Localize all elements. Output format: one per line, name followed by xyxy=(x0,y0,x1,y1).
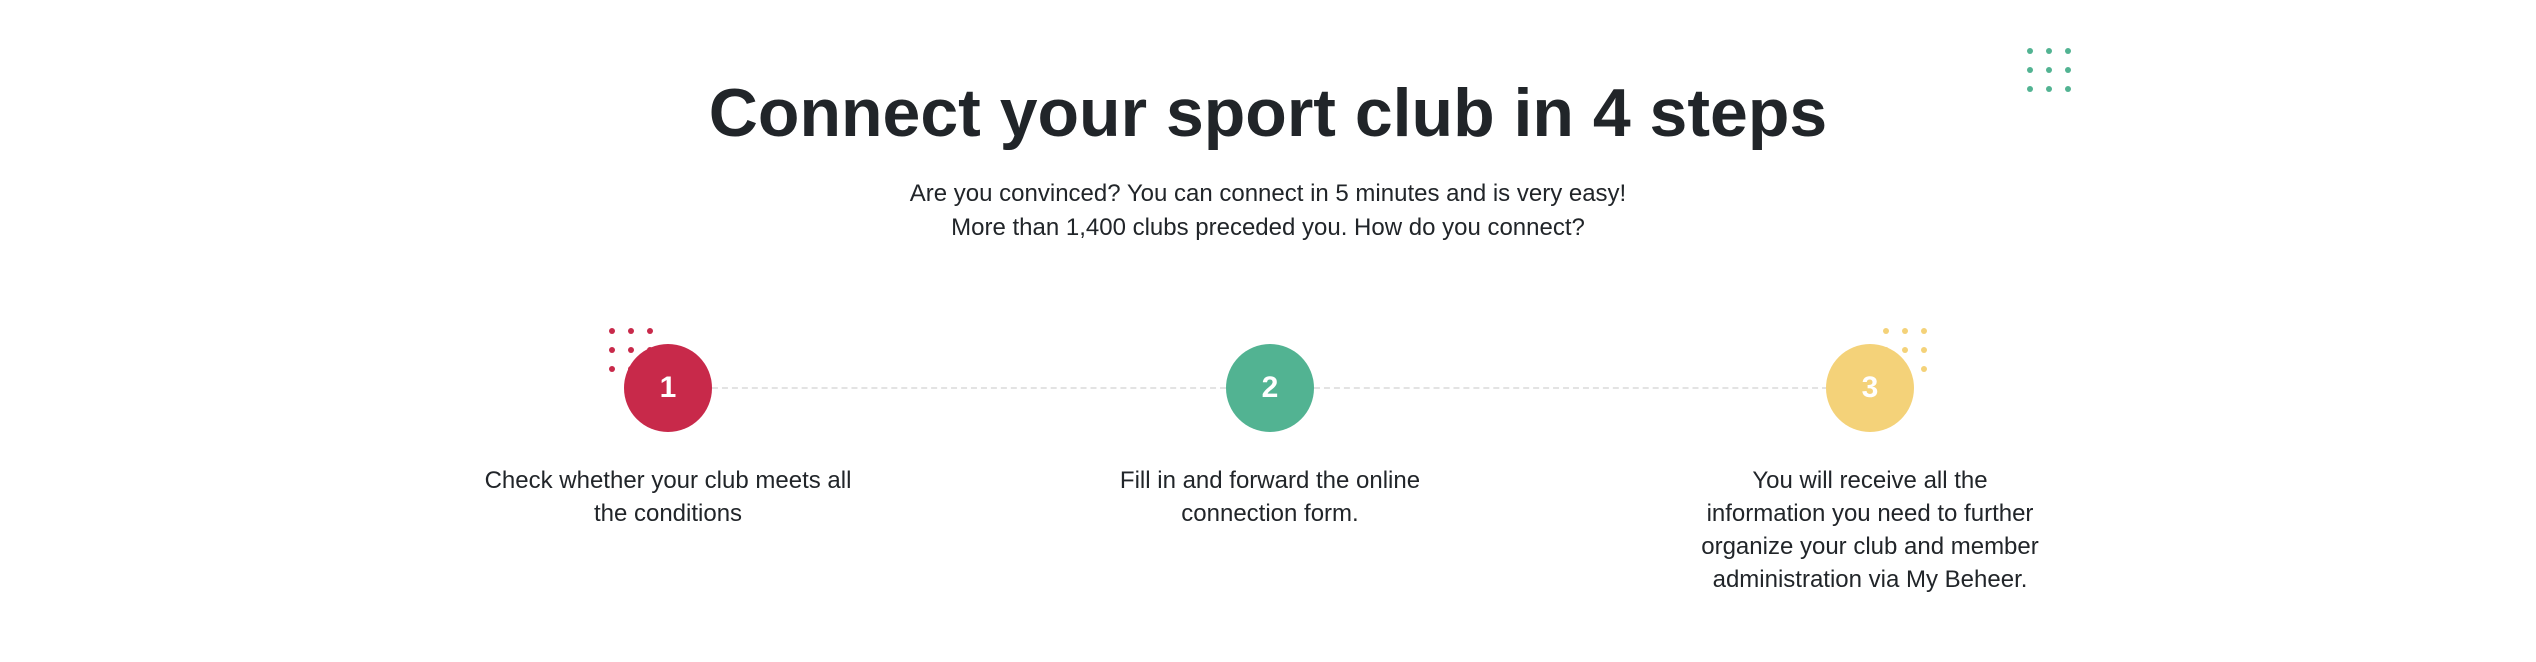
step-number-1: 1 xyxy=(624,344,712,432)
step-number-2: 2 xyxy=(1226,344,1314,432)
subtitle-line-2: More than 1,400 clubs preceded you. How … xyxy=(951,214,1585,241)
dot xyxy=(1902,328,1908,334)
dot xyxy=(1902,366,1908,372)
dot xyxy=(609,328,615,334)
dot xyxy=(2027,48,2033,54)
page-title: Connect your sport club in 4 steps xyxy=(708,75,1828,151)
step-description-3: You will receive all the information you… xyxy=(1701,467,2039,593)
dot xyxy=(2046,48,2052,54)
dot xyxy=(609,347,615,353)
dot xyxy=(1883,366,1889,372)
dot xyxy=(1883,347,1889,353)
dot xyxy=(1902,347,1908,353)
dot xyxy=(628,347,634,353)
dot xyxy=(609,366,615,372)
step-description-1: Check whether your club meets all the co… xyxy=(484,467,852,527)
dot xyxy=(2065,48,2071,54)
dot xyxy=(628,328,634,334)
step-connector-1-2 xyxy=(712,387,1226,389)
step-description-2: Fill in and forward the online connectio… xyxy=(1119,467,1421,527)
dot xyxy=(1921,328,1927,334)
step-connector-2-3 xyxy=(1314,387,1828,389)
subtitle-line-1: Are you convinced? You can connect in 5 … xyxy=(909,180,1627,207)
dot xyxy=(1921,347,1927,353)
decorative-dots-yellow xyxy=(1883,328,1927,372)
subtitle: Are you convinced? You can connect in 5 … xyxy=(0,177,2536,245)
dot xyxy=(647,328,653,334)
dot xyxy=(1921,366,1927,372)
dot xyxy=(1883,328,1889,334)
